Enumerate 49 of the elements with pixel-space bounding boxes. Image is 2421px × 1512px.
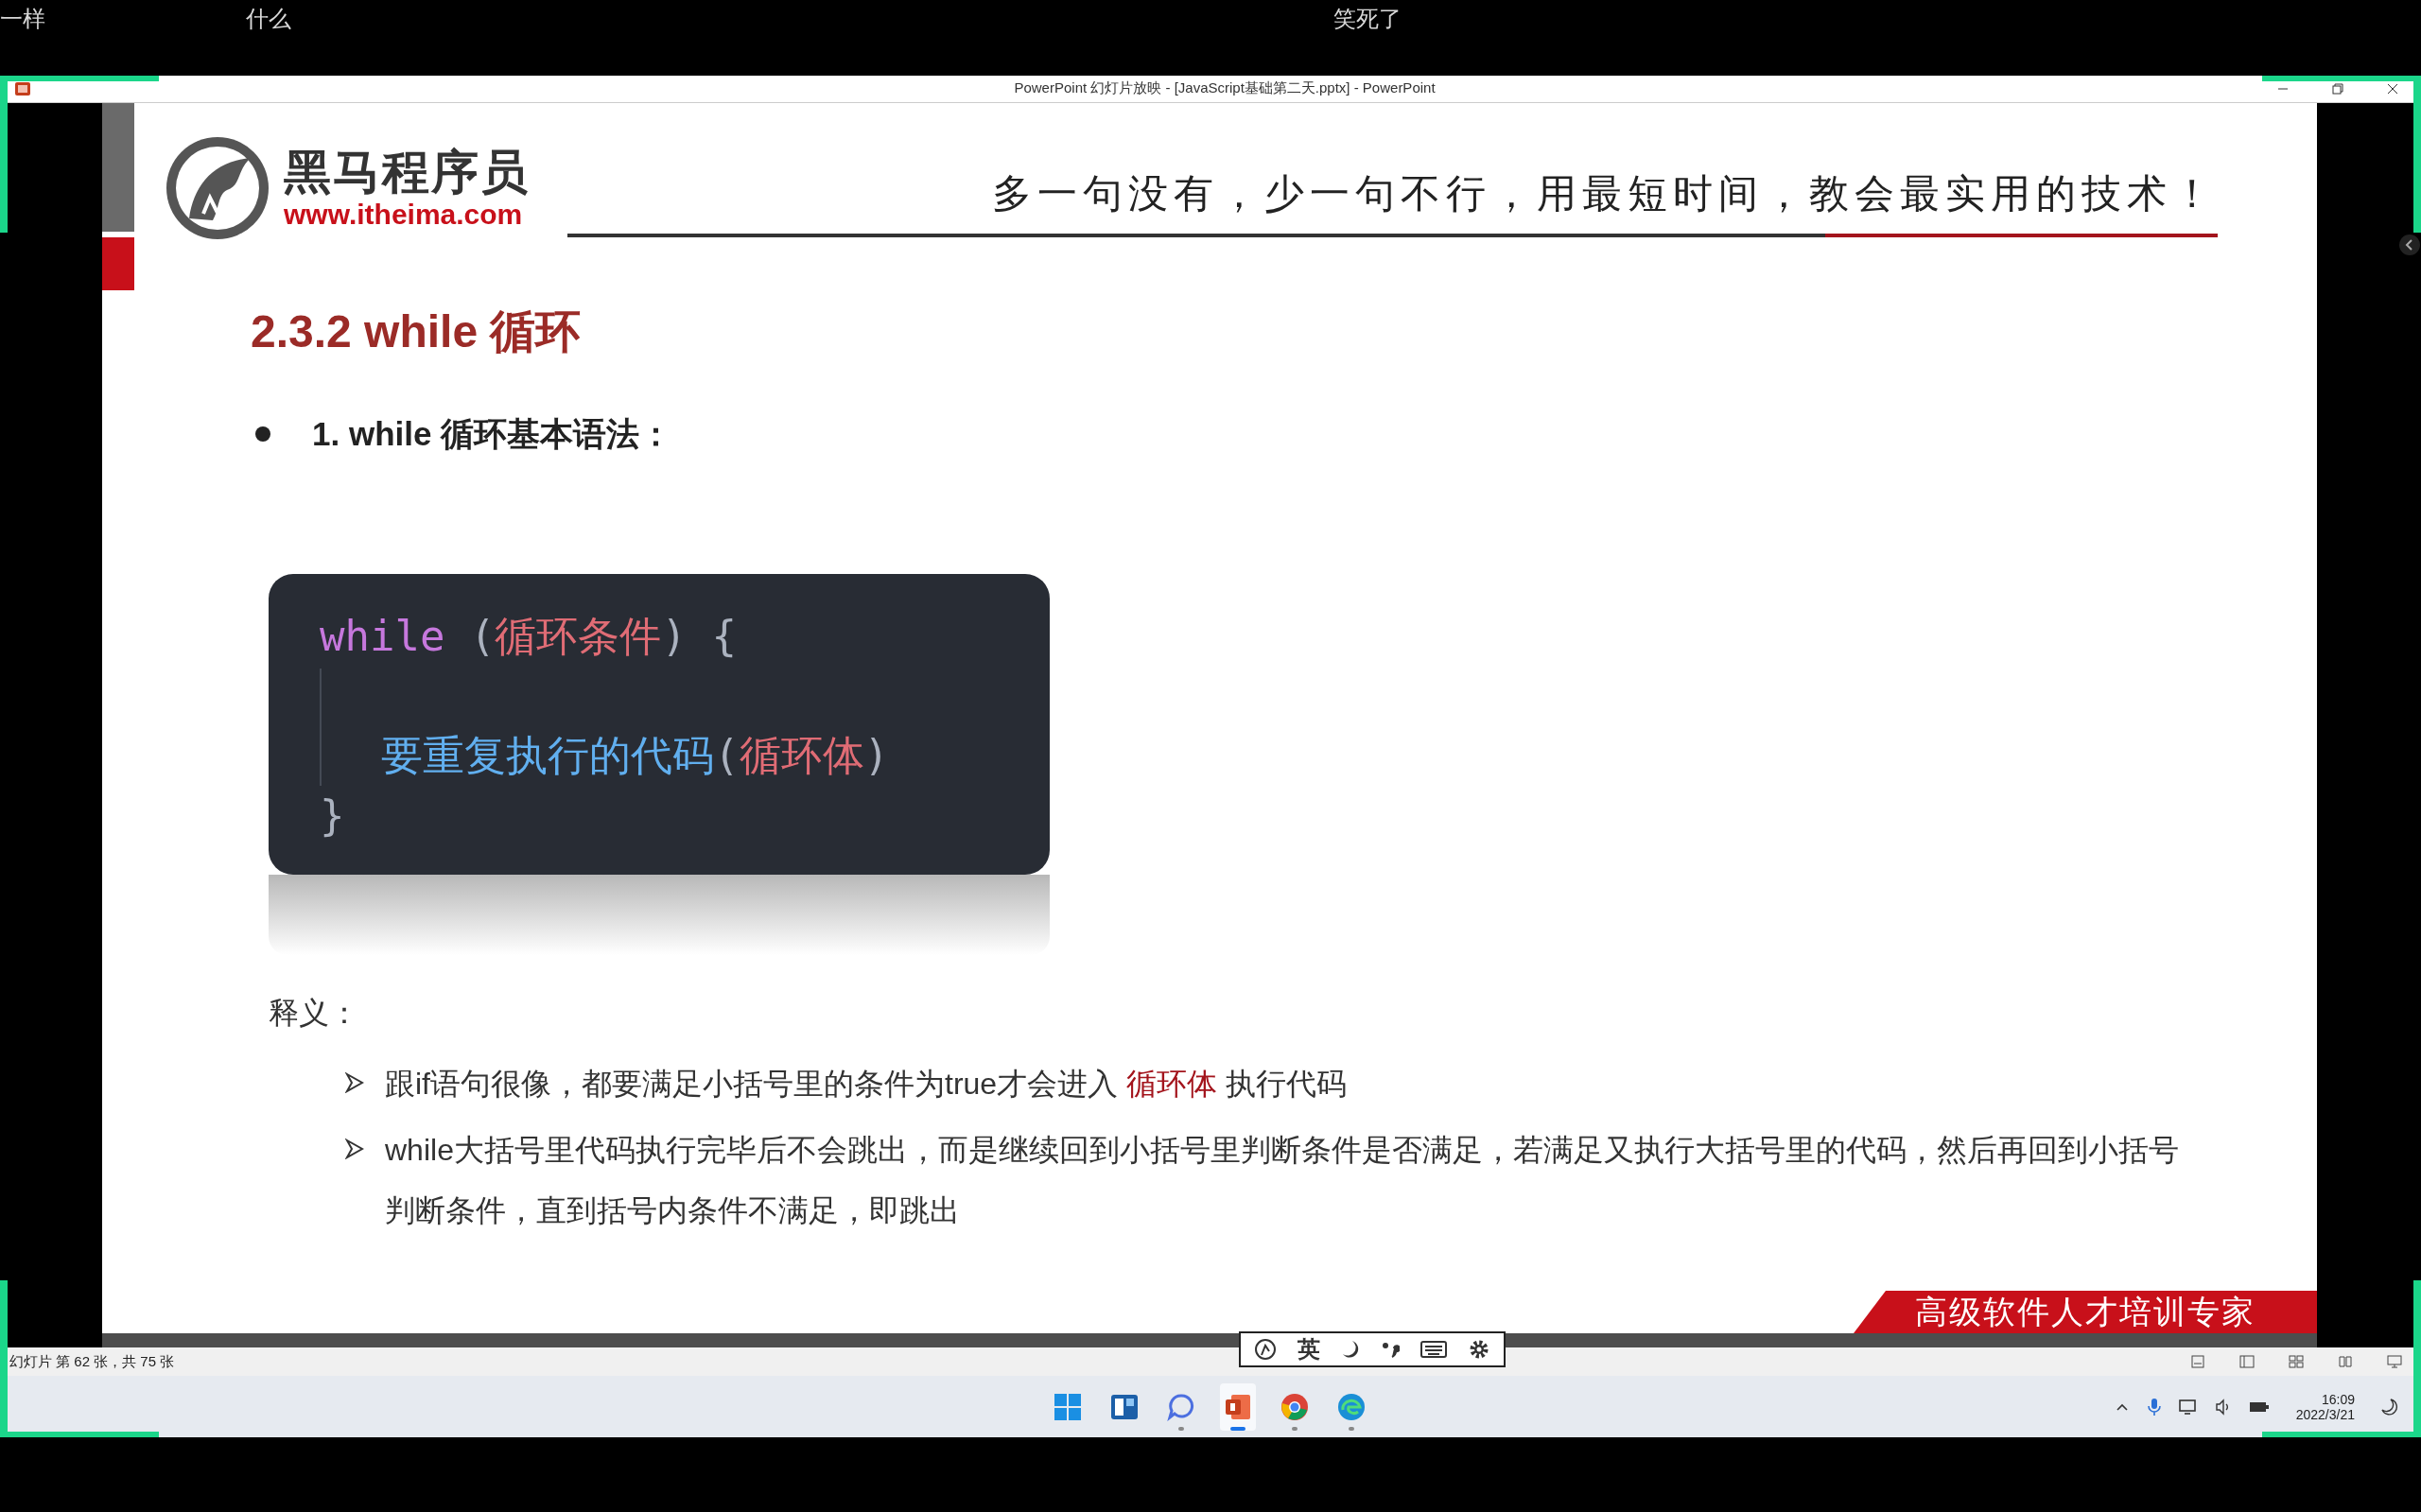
input-mode-toggle[interactable]: 英 bbox=[1298, 1334, 1320, 1364]
slide-heading: 2.3.2 while 循环 bbox=[251, 305, 582, 358]
monitor-icon[interactable] bbox=[2178, 1398, 2198, 1416]
chevron-left-icon[interactable] bbox=[2398, 234, 2421, 256]
start-icon[interactable] bbox=[1054, 1392, 1082, 1421]
slide-counter: 幻灯片 第 62 张，共 75 张 bbox=[9, 1352, 175, 1371]
code-line: } bbox=[320, 791, 345, 842]
arrow-bullet-icon bbox=[345, 1072, 364, 1093]
window-title: PowerPoint 幻灯片放映 - [JavaScript基础第二天.pptx] - PowerPoint bbox=[1013, 79, 1437, 98]
running-indicator bbox=[1292, 1426, 1298, 1431]
presentation-app-icon[interactable] bbox=[1224, 1392, 1252, 1421]
browser-icon[interactable] bbox=[1280, 1392, 1309, 1421]
explanation-label: 释义： bbox=[269, 995, 359, 1032]
keyboard-icon[interactable] bbox=[1420, 1340, 1447, 1359]
clock-date[interactable]: 2022/3/21 bbox=[2295, 1406, 2355, 1422]
bullet-dot-icon bbox=[255, 426, 270, 443]
widgets-icon[interactable] bbox=[1110, 1392, 1139, 1421]
slideshow-icon[interactable] bbox=[2387, 1354, 2402, 1370]
moon-icon[interactable] bbox=[2381, 1398, 2398, 1416]
reading-view-icon[interactable] bbox=[2338, 1354, 2353, 1370]
logo-name: 黑马程序员 bbox=[284, 147, 530, 199]
normal-view-icon[interactable] bbox=[2239, 1354, 2255, 1370]
accent-bar bbox=[102, 237, 134, 290]
overlay-comment: 什么 bbox=[246, 5, 291, 33]
microphone-icon[interactable] bbox=[2146, 1397, 2162, 1416]
explanation-text: 跟if语句很像，都要满足小括号里的条件为true才会进入 循环体 执行代码 bbox=[385, 1066, 1347, 1103]
close-icon[interactable] bbox=[2387, 83, 2398, 95]
overlay-comment: 笑死了 bbox=[1333, 5, 1402, 33]
bullet-text: 1. while 循环基本语法： bbox=[312, 414, 673, 454]
clock-time[interactable]: 16:09 bbox=[2321, 1391, 2355, 1407]
chat-bubble-icon[interactable] bbox=[1167, 1392, 1195, 1421]
slogan-banner: 高级软件人才培训专家 bbox=[1854, 1291, 2317, 1334]
restore-icon[interactable] bbox=[2332, 83, 2343, 95]
browser-icon[interactable] bbox=[1337, 1392, 1366, 1421]
moon-icon[interactable] bbox=[1341, 1339, 1360, 1360]
presentation-app-icon bbox=[15, 82, 30, 96]
code-line: while (循环条件) { bbox=[320, 611, 737, 662]
running-indicator bbox=[1178, 1426, 1184, 1431]
overlay-comment: 一样 bbox=[0, 5, 45, 33]
arrow-bullet-icon bbox=[345, 1138, 364, 1159]
logo-url: www.itheima.com bbox=[284, 199, 524, 230]
slogan: 多一句没有，少一句不行，用最短时间，教会最实用的技术！ bbox=[992, 169, 2218, 218]
explanation-text: while大括号里代码执行完毕后不会跳出，而是继续回到小括号里判断条件是否满足，若满足又执行大括号里的代码，然后再回到小括号判断条件，直到括号内条件不满足，即跳出 bbox=[385, 1132, 2180, 1229]
code-line: 要重复执行的代码(循环体) bbox=[381, 730, 889, 781]
running-indicator bbox=[1230, 1426, 1245, 1431]
slide-sorter-icon[interactable] bbox=[2289, 1354, 2304, 1370]
settings-icon[interactable] bbox=[1468, 1338, 1490, 1361]
ime-logo-icon[interactable] bbox=[1254, 1338, 1277, 1361]
running-indicator bbox=[1349, 1426, 1354, 1431]
